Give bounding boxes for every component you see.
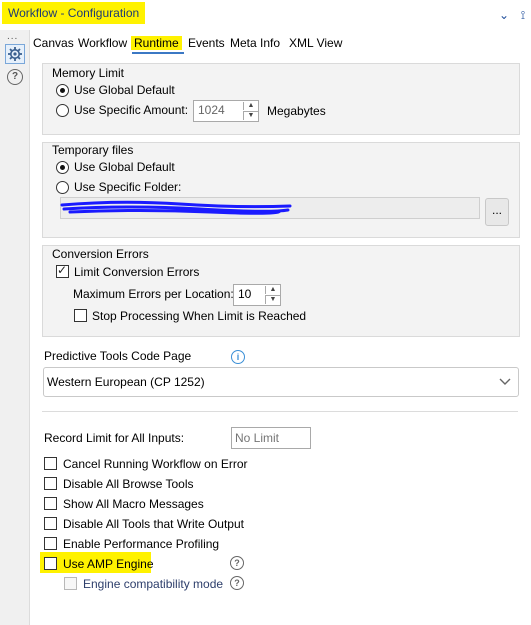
performance-profiling-checkbox[interactable] [44, 537, 57, 550]
temp-specific-label: Use Specific Folder: [74, 180, 182, 194]
show-macro-messages-checkbox[interactable] [44, 497, 57, 510]
disable-output-tools-checkbox[interactable] [44, 517, 57, 530]
engine-compat-label: Engine compatibility mode [83, 577, 224, 591]
tab-runtime[interactable]: Runtime [131, 34, 182, 52]
predictive-code-page-label: Predictive Tools Code Page [44, 349, 192, 363]
stepper-down-icon[interactable]: ▼ [243, 111, 258, 120]
amp-help-icon[interactable]: ? [230, 556, 244, 570]
memory-unit-label: Megabytes [267, 104, 326, 118]
stop-processing-checkbox[interactable] [74, 309, 87, 322]
cancel-on-error-checkbox[interactable] [44, 457, 57, 470]
code-page-select[interactable]: Western European (CP 1252) [43, 367, 519, 397]
tab-xml-view[interactable]: XML View [289, 34, 342, 52]
disable-browse-label: Disable All Browse Tools [63, 477, 194, 491]
tab-meta-info[interactable]: Meta Info [230, 34, 280, 52]
engine-compat-checkbox[interactable] [64, 577, 77, 590]
cancel-on-error-label: Cancel Running Workflow on Error [63, 457, 248, 471]
temp-specific-radio[interactable] [56, 181, 69, 194]
limit-errors-checkbox[interactable]: ✓ [56, 263, 69, 278]
amp-engine-checkbox[interactable] [44, 557, 57, 570]
memory-limit-label: Memory Limit [52, 66, 125, 80]
temporary-files-label: Temporary files [52, 143, 134, 157]
tab-canvas[interactable]: Canvas [33, 34, 74, 52]
help-icon[interactable]: ? [7, 69, 23, 85]
gear-icon[interactable] [5, 44, 25, 64]
memory-amount-stepper[interactable]: 1024 ▲ ▼ [193, 100, 259, 122]
memory-specific-radio[interactable] [56, 104, 69, 117]
collapse-chevron-icon[interactable]: ⌄ [495, 6, 513, 24]
stepper-down-icon[interactable]: ▼ [265, 295, 280, 304]
max-errors-label: Maximum Errors per Location: [73, 287, 234, 301]
stepper-up-icon[interactable]: ▲ [265, 286, 280, 294]
stop-processing-label: Stop Processing When Limit is Reached [92, 309, 307, 323]
limit-errors-label: Limit Conversion Errors [74, 265, 200, 279]
record-limit-input[interactable] [231, 427, 311, 449]
check-icon: ✓ [57, 263, 68, 277]
memory-global-radio[interactable] [56, 84, 69, 97]
disable-output-tools-label: Disable All Tools that Write Output [63, 517, 244, 531]
redaction-scribble [60, 200, 292, 215]
rail-more-icon[interactable]: ... [7, 31, 18, 42]
memory-specific-label: Use Specific Amount: [74, 103, 189, 117]
temp-global-radio[interactable] [56, 161, 69, 174]
performance-profiling-label: Enable Performance Profiling [63, 537, 220, 551]
tab-workflow[interactable]: Workflow [78, 34, 127, 52]
window-title: Workflow - Configuration [2, 2, 146, 24]
engine-compat-help-icon[interactable]: ? [230, 576, 244, 590]
active-tab-indicator [132, 52, 184, 54]
info-icon[interactable]: i [231, 350, 245, 364]
browse-folder-button[interactable]: ... [485, 198, 509, 226]
memory-global-label: Use Global Default [74, 83, 175, 97]
disable-browse-checkbox[interactable] [44, 477, 57, 490]
record-limit-label: Record Limit for All Inputs: [44, 431, 185, 445]
temp-global-label: Use Global Default [74, 160, 175, 174]
tab-events[interactable]: Events [188, 34, 225, 52]
conversion-errors-label: Conversion Errors [52, 247, 149, 261]
max-errors-value: 10 [238, 287, 252, 301]
left-rail [0, 30, 30, 625]
show-macro-messages-label: Show All Macro Messages [63, 497, 204, 511]
tab-runtime-label: Runtime [131, 36, 182, 50]
pin-icon[interactable]: ⟟ [514, 6, 531, 24]
stepper-up-icon[interactable]: ▲ [243, 102, 258, 110]
amp-engine-label: Use AMP Engine [63, 557, 154, 571]
memory-amount-value: 1024 [198, 103, 225, 117]
code-page-selected: Western European (CP 1252) [47, 375, 205, 389]
gear-icon-glyph [8, 47, 22, 61]
chevron-down-icon [499, 378, 511, 385]
section-divider [42, 411, 518, 412]
max-errors-stepper[interactable]: 10 ▲ ▼ [233, 284, 281, 306]
